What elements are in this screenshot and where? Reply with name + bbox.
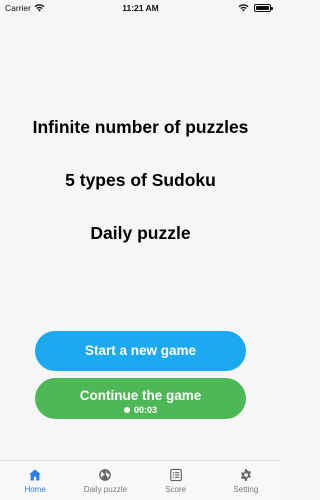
tab-setting[interactable]: Setting [211, 461, 281, 500]
feature-sudoku-types: 5 types of Sudoku [65, 170, 216, 190]
game-timer-value: 00:03 [133, 404, 158, 415]
tab-daily-puzzle[interactable]: Daily puzzle [70, 461, 140, 500]
system-indicators [238, 4, 273, 12]
battery-icon [254, 4, 273, 12]
tab-home-label: Home [24, 485, 46, 494]
tab-score-label: Score [165, 485, 187, 494]
gear-icon [240, 469, 251, 481]
tab-bar: Home Daily puzzle Score Setting [0, 460, 281, 500]
clock-icon [123, 406, 130, 413]
tab-setting-label: Setting [233, 485, 259, 494]
tab-home[interactable]: Home [0, 461, 70, 500]
continue-game-label: Continue the game [79, 387, 202, 403]
feature-daily-puzzle: Daily puzzle [90, 223, 191, 243]
game-timer: 00:03 [35, 405, 246, 415]
tab-daily-puzzle-label: Daily puzzle [83, 485, 127, 494]
globe-icon [99, 469, 112, 481]
continue-game-button[interactable]: Continue the game 00:03 [35, 378, 246, 419]
wifi-icon [238, 4, 249, 12]
feature-infinite-puzzles: Infinite number of puzzles [32, 117, 249, 137]
score-list-icon [169, 468, 182, 482]
status-bar: Carrier 11:21 AM [0, 0, 281, 20]
start-new-game-button[interactable]: Start a new game [35, 331, 246, 371]
home-icon [29, 469, 41, 481]
tab-score[interactable]: Score [141, 461, 211, 500]
